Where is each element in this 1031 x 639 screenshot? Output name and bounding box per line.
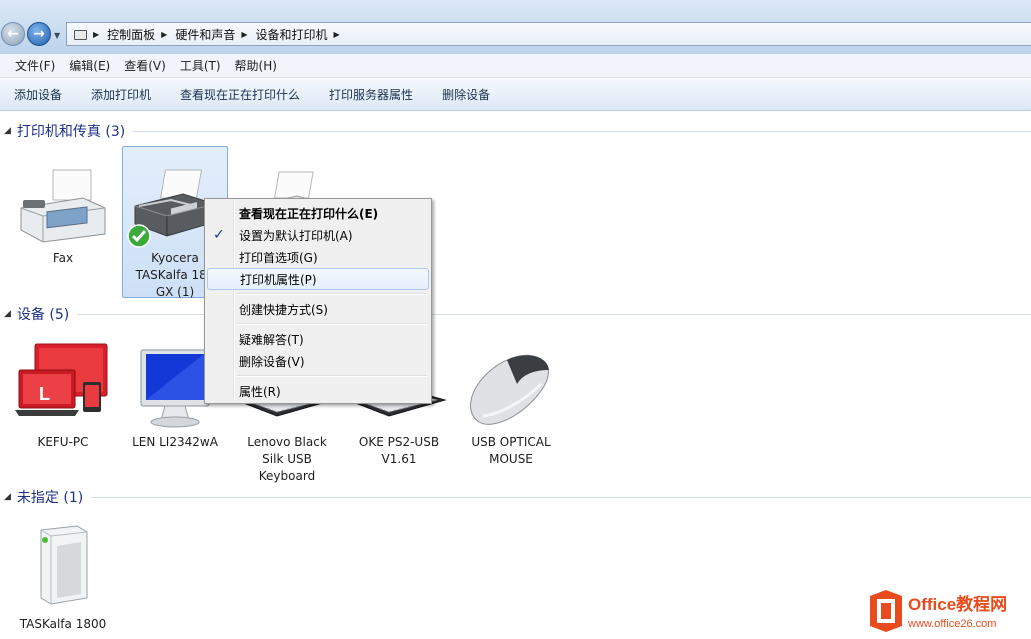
menu-view[interactable]: 查看(V) — [117, 57, 173, 74]
device-label: Fax — [52, 251, 74, 265]
menu-help[interactable]: 帮助(H) — [228, 57, 284, 74]
group-title: 设备 (5) — [16, 307, 70, 323]
menu-separator — [237, 375, 427, 377]
add-printer-button[interactable]: 添加打印机 — [83, 86, 159, 103]
menu-item-see-whats-printing[interactable]: 查看现在正在打印什么(E) — [207, 202, 429, 224]
breadcrumb[interactable]: ▶ 控制面板 ▶ 硬件和声音 ▶ 设备和打印机 ▶ — [66, 22, 1031, 46]
device-label: OKE PS2-USB — [358, 435, 440, 449]
default-printer-check-icon — [127, 224, 151, 248]
menu-file[interactable]: 文件(F) — [8, 57, 62, 74]
device-label: Lenovo Black — [247, 435, 327, 449]
menu-bar: 文件(F) 编辑(E) 查看(V) 工具(T) 帮助(H) — [0, 54, 1031, 78]
breadcrumb-control-panel[interactable]: 控制面板 — [107, 26, 155, 43]
group-header-devices[interactable]: ◢ 设备 (5) — [4, 305, 1031, 323]
collapse-arrow-icon[interactable]: ◢ — [4, 126, 11, 136]
breadcrumb-separator-icon[interactable]: ▶ — [161, 30, 167, 39]
fax-icon — [13, 150, 113, 250]
print-server-properties-button[interactable]: 打印服务器属性 — [321, 86, 421, 103]
remove-device-button[interactable]: 删除设备 — [434, 86, 498, 103]
add-device-button[interactable]: 添加设备 — [6, 86, 70, 103]
back-button[interactable]: ← — [1, 22, 25, 46]
collapse-arrow-icon[interactable]: ◢ — [4, 309, 11, 319]
device-label: LEN LI2342wA — [132, 435, 218, 449]
device-tile-kefu-pc[interactable]: L KEFU-PC — [10, 334, 116, 451]
menu-separator — [237, 293, 427, 295]
group-header-unspecified[interactable]: ◢ 未指定 (1) — [4, 488, 1031, 506]
device-label: V1.61 — [381, 452, 417, 466]
group-title: 未指定 (1) — [16, 490, 84, 506]
forward-arrow-icon: → — [33, 26, 45, 42]
menu-separator — [237, 323, 427, 325]
menu-item-printer-properties[interactable]: 打印机属性(P) — [207, 268, 429, 290]
menu-item-create-shortcut[interactable]: 创建快捷方式(S) — [207, 298, 429, 320]
menu-item-properties[interactable]: 属性(R) — [207, 380, 429, 402]
menu-item-troubleshoot[interactable]: 疑难解答(T) — [207, 328, 429, 350]
menu-item-remove-device[interactable]: 删除设备(V) — [207, 350, 429, 372]
breadcrumb-separator-icon[interactable]: ▶ — [93, 30, 99, 39]
checkmark-icon: ✓ — [213, 227, 225, 243]
device-label: TASKalfa 1800 — [19, 617, 107, 631]
device-label: Silk USB — [262, 452, 312, 466]
breadcrumb-separator-icon[interactable]: ▶ — [241, 30, 247, 39]
device-label: Keyboard — [258, 469, 316, 483]
group-divider — [91, 496, 1031, 498]
collapse-arrow-icon[interactable]: ◢ — [4, 492, 11, 502]
device-tile-fax[interactable]: Fax — [10, 150, 116, 267]
group-header-printers[interactable]: ◢ 打印机和传真 (3) — [4, 122, 1031, 140]
group-title: 打印机和传真 (3) — [16, 124, 126, 140]
device-tile-mouse[interactable]: USB OPTICAL MOUSE — [458, 334, 564, 468]
device-label: MOUSE — [489, 452, 533, 466]
computer-icon: L — [13, 334, 113, 434]
group-divider — [133, 130, 1031, 132]
breadcrumb-devices-printers[interactable]: 设备和打印机 — [256, 26, 328, 43]
device-label: USB OPTICAL — [471, 435, 551, 449]
breadcrumb-hardware-sound[interactable]: 硬件和声音 — [175, 26, 235, 43]
breadcrumb-separator-icon[interactable]: ▶ — [334, 30, 340, 39]
menu-item-set-default-printer[interactable]: ✓ 设置为默认打印机(A) — [207, 224, 429, 246]
control-panel-icon — [73, 28, 87, 40]
watermark-logo: Office教程网 www.office26.com — [866, 586, 1031, 636]
command-bar: 添加设备 添加打印机 查看现在正在打印什么 打印服务器属性 删除设备 — [0, 79, 1031, 111]
recent-pages-dropdown-icon[interactable]: ▼ — [54, 31, 60, 40]
back-arrow-icon: ← — [7, 26, 19, 42]
device-tile-taskalfa-1800[interactable]: TASKalfa 1800 — [10, 516, 116, 633]
see-whats-printing-button[interactable]: 查看现在正在打印什么 — [172, 86, 308, 103]
menu-item-printing-preferences[interactable]: 打印首选项(G) — [207, 246, 429, 268]
address-bar: ← → ▼ ▶ 控制面板 ▶ 硬件和声音 ▶ 设备和打印机 ▶ — [0, 0, 1031, 54]
svg-text:L: L — [39, 384, 50, 404]
menu-edit[interactable]: 编辑(E) — [62, 57, 117, 74]
mouse-icon — [461, 334, 561, 434]
watermark-url: www.office26.com — [907, 618, 996, 630]
device-label: KEFU-PC — [37, 435, 89, 449]
forward-button[interactable]: → — [27, 22, 51, 46]
context-menu: 查看现在正在打印什么(E) ✓ 设置为默认打印机(A) 打印首选项(G) 打印机… — [204, 198, 432, 404]
menu-tools[interactable]: 工具(T) — [173, 57, 228, 74]
watermark-title: Office教程网 — [908, 594, 1007, 614]
tower-printer-icon — [13, 516, 113, 616]
